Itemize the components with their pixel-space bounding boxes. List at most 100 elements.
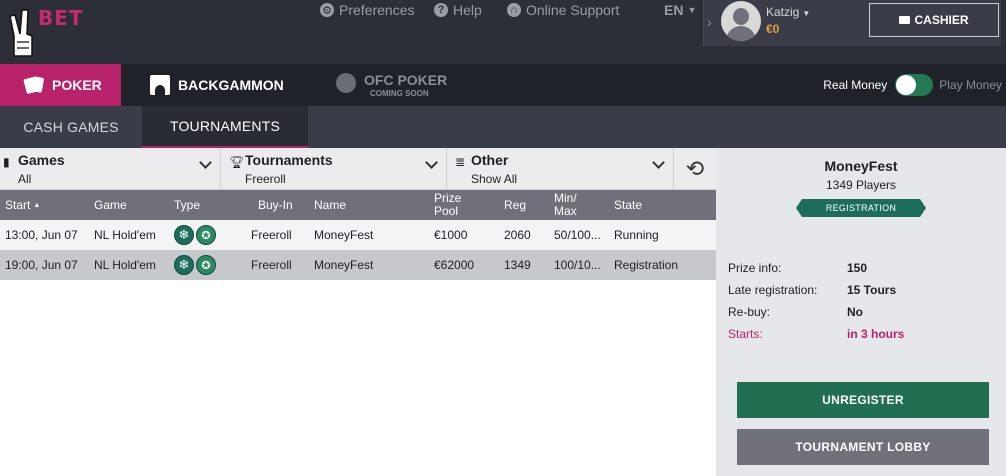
cell-buyin: Freeroll (251, 258, 292, 272)
cell-type: ❄ ✪ (174, 220, 218, 250)
other-filter-value: Show All (471, 172, 518, 186)
user-box: › Katzig ▼ €0 CASHIER (703, 0, 1001, 46)
header-buyin[interactable]: Buy-In (258, 190, 293, 220)
header-start-label: Start (5, 198, 31, 212)
cell-state: Registration (614, 258, 679, 272)
real-money-label: Real Money (823, 78, 888, 92)
tournament-lobby-button[interactable]: TOURNAMENT LOBBY (737, 429, 989, 465)
gear-icon: ⚙ (320, 3, 334, 17)
cell-reg: 2060 (504, 228, 531, 242)
sub-tabs: CASH GAMES TOURNAMENTS (0, 106, 1006, 148)
header-prize-line2: Pool (434, 204, 459, 218)
cashier-label: CASHIER (914, 13, 969, 27)
tab-backgammon[interactable]: BACKGAMMON (150, 64, 284, 106)
play-money-label: Play Money (939, 78, 1002, 92)
username: Katzig (766, 5, 800, 19)
other-filter[interactable]: ≣ Other Show All (447, 148, 674, 190)
chevron-down-icon (199, 156, 212, 169)
help-link[interactable]: ? Help (434, 0, 482, 20)
coming-soon-label: COMING SOON (370, 89, 429, 98)
filter-bar: ▮ Games All 🏆︎ Tournaments Freeroll ≣ Ot… (0, 148, 716, 190)
headset-icon: ∩ (507, 3, 521, 17)
help-label: Help (453, 2, 482, 18)
snowflake-icon: ❄ (174, 225, 194, 245)
game-tabs: POKER BACKGAMMON OFC POKER COMING SOON R… (0, 64, 1006, 106)
cell-name: MoneyFest (314, 258, 374, 272)
table-row[interactable]: 19:00, Jun 07 NL Hold'em ❄ ✪ Freeroll Mo… (0, 250, 716, 280)
late-registration-label: Late registration: (728, 283, 818, 297)
tab-backgammon-label: BACKGAMMON (178, 77, 284, 93)
star-chip-icon: ✪ (196, 255, 216, 275)
prize-info-value: 150 (847, 261, 868, 275)
tab-ofc-label: OFC POKER (364, 72, 448, 88)
preferences-label: Preferences (339, 2, 415, 18)
online-support-label: Online Support (526, 2, 620, 18)
header-reg[interactable]: Reg (504, 190, 526, 220)
cards-icon (23, 76, 45, 95)
header-prize-pool[interactable]: Prize Pool (434, 190, 461, 220)
header-type[interactable]: Type (174, 190, 200, 220)
table-row[interactable]: 13:00, Jun 07 NL Hold'em ❄ ✪ Freeroll Mo… (0, 220, 716, 250)
header-minmax-line2: Max (554, 204, 577, 218)
table-header: Start ▲ Game Type Buy-In Name Prize Pool … (0, 190, 716, 220)
tournament-details-panel: MoneyFest 1349 Players REGISTRATION Priz… (716, 148, 1006, 476)
chevron-down-icon (425, 156, 438, 169)
chevron-right-icon[interactable]: › (707, 14, 712, 30)
backgammon-icon (150, 75, 170, 95)
cell-buyin: Freeroll (251, 228, 292, 242)
header-state[interactable]: State (614, 190, 642, 220)
header-game[interactable]: Game (94, 190, 127, 220)
switch-knob (896, 75, 917, 95)
refresh-icon: ⟲ (685, 156, 705, 181)
trophy-icon: 🏆︎ (229, 155, 245, 169)
header-name[interactable]: Name (314, 190, 346, 220)
panel-players: 1349 Players (825, 178, 897, 192)
language-label: EN (664, 2, 684, 18)
brand-logo-text[interactable]: BET (38, 6, 84, 30)
tab-poker-label: POKER (52, 77, 102, 93)
cell-min-max: 100/10... (554, 258, 601, 272)
cell-prize-pool: €62000 (434, 258, 475, 272)
refresh-button[interactable]: ⟲ (674, 148, 716, 190)
games-filter-value: All (18, 172, 32, 186)
games-filter[interactable]: ▮ Games All (0, 148, 221, 190)
tournaments-filter-value: Freeroll (245, 172, 286, 186)
username-menu[interactable]: Katzig ▼ (766, 5, 810, 19)
header-min-max[interactable]: Min/ Max (554, 190, 577, 220)
avatar[interactable] (721, 1, 761, 41)
help-icon: ? (434, 3, 448, 17)
star-chip-icon: ✪ (196, 225, 216, 245)
avatar-torso (726, 26, 756, 41)
list-icon: ≣ (455, 155, 466, 169)
tab-cash-games[interactable]: CASH GAMES (0, 106, 142, 148)
tournaments-filter[interactable]: 🏆︎ Tournaments Freeroll (221, 148, 447, 190)
tab-tournaments[interactable]: TOURNAMENTS (142, 106, 308, 148)
tournaments-filter-title: Tournaments (245, 152, 333, 168)
cell-reg: 1349 (504, 258, 531, 272)
online-support-link[interactable]: ∩ Online Support (507, 0, 619, 20)
late-registration-value: 15 Tours (847, 283, 897, 297)
money-toggle: Real Money Play Money (823, 64, 1002, 106)
unregister-button[interactable]: UNREGISTER (737, 382, 989, 418)
chevron-down-icon (652, 156, 665, 169)
tab-poker[interactable]: POKER (0, 64, 121, 106)
language-selector[interactable]: EN ▼ (664, 0, 696, 20)
rebuy-value: No (847, 305, 863, 319)
cell-type: ❄ ✪ (174, 250, 218, 280)
cell-game: NL Hold'em (94, 258, 156, 272)
preferences-link[interactable]: ⚙ Preferences (320, 0, 414, 20)
caret-down-icon: ▼ (802, 9, 811, 18)
cell-game: NL Hold'em (94, 228, 156, 242)
panel-title: MoneyFest (824, 158, 898, 174)
avatar-head (733, 8, 749, 25)
header-start[interactable]: Start ▲ (5, 190, 40, 220)
cashier-button[interactable]: CASHIER (869, 3, 999, 37)
cell-prize-pool: €1000 (434, 228, 468, 242)
caret-down-icon: ▼ (687, 5, 697, 15)
cell-state: Running (614, 228, 659, 242)
starts-value: in 3 hours (847, 327, 905, 341)
starts-label: Starts: (728, 327, 763, 341)
money-switch[interactable] (895, 74, 934, 96)
balance: €0 (766, 22, 780, 36)
cell-start: 13:00, Jun 07 (5, 228, 78, 242)
